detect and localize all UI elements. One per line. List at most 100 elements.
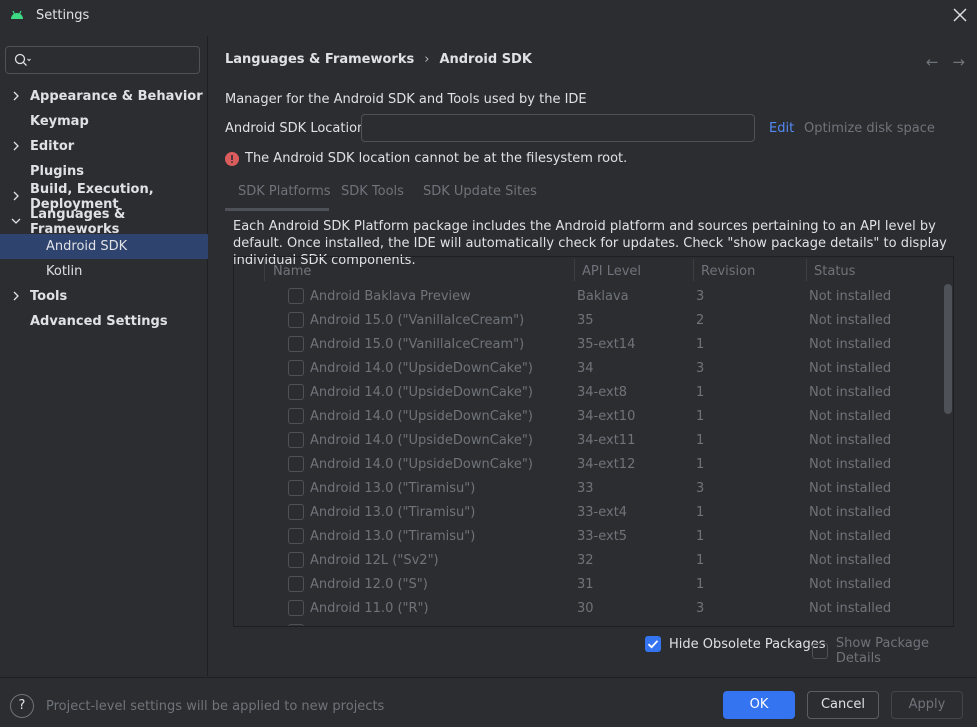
sidebar-item-label: Android SDK [46,239,128,254]
column-header-revision[interactable]: Revision [701,264,755,279]
sidebar-item-languages[interactable]: Languages & Frameworks [0,207,208,237]
revision: 3 [696,601,705,616]
table-scrollbar[interactable] [944,284,952,414]
edit-link[interactable]: Edit [769,121,794,136]
tab-sdk-update-sites[interactable]: SDK Update Sites [423,184,537,199]
back-arrow-icon[interactable]: ← [926,53,939,71]
sidebar-item-plugins[interactable]: Plugins [0,159,208,184]
table-row[interactable]: Android Baklava Preview Baklava 3 Not in… [234,284,944,308]
sidebar-item-kotlin[interactable]: Kotlin [0,259,208,284]
table-row[interactable]: Android 14.0 ("UpsideDownCake") 34-ext12… [234,452,944,476]
api-level: 35-ext14 [577,337,636,352]
column-header-name[interactable]: Name [273,264,311,279]
api-level: 31 [577,577,594,592]
table-row[interactable]: Android 13.0 ("Tiramisu") 33-ext5 1 Not … [234,524,944,548]
forward-arrow-icon[interactable]: → [952,53,965,71]
help-button[interactable]: ? [10,694,34,718]
active-tab-indicator [225,208,329,211]
sidebar-item-label: Advanced Settings [30,314,168,329]
package-checkbox[interactable] [288,336,304,352]
status: Not installed [809,601,892,616]
package-checkbox[interactable] [288,360,304,376]
status: Not installed [809,337,892,352]
package-checkbox[interactable] [288,312,304,328]
tab-sdk-platforms[interactable]: SDK Platforms [238,184,331,199]
table-row[interactable]: Android 14.0 ("UpsideDownCake") 34-ext8 … [234,380,944,404]
cancel-button[interactable]: Cancel [807,691,879,719]
package-checkbox[interactable] [288,624,304,626]
table-row[interactable]: Android 15.0 ("VanillaIceCream") 35 2 No… [234,308,944,332]
package-name: Android 15.0 ("VanillaIceCream") [310,337,525,352]
sidebar-item-tools[interactable]: Tools [0,284,208,309]
package-checkbox[interactable] [288,480,304,496]
sdk-location-error: The Android SDK location cannot be at th… [225,151,627,166]
package-checkbox[interactable] [288,528,304,544]
revision: 1 [696,385,705,400]
table-row[interactable]: Android 12.0 ("S") 31 1 Not installed [234,572,944,596]
table-row[interactable]: Android 14.0 ("UpsideDownCake") 34-ext11… [234,428,944,452]
table-row[interactable]: Android 15.0 ("VanillaIceCream") 35-ext1… [234,332,944,356]
sidebar-item-label: Tools [30,289,68,304]
table-row[interactable]: Android 13.0 ("Tiramisu") 33-ext4 1 Not … [234,500,944,524]
apply-button[interactable]: Apply [891,691,963,719]
package-checkbox[interactable] [288,504,304,520]
close-icon[interactable] [951,6,969,24]
package-name: Android 14.0 ("UpsideDownCake") [310,385,533,400]
main-panel: Languages & Frameworks › Android SDK ← →… [208,36,977,676]
package-checkbox[interactable] [288,288,304,304]
chevron-right-icon[interactable] [11,191,21,201]
chevron-right-icon[interactable] [11,91,21,101]
show-details-checkbox[interactable] [812,643,828,659]
status: Not installed [809,409,892,424]
sidebar-item-label: Kotlin [46,264,83,279]
api-level: 33-ext5 [577,529,628,544]
table-row[interactable] [234,620,944,626]
chevron-down-icon[interactable] [11,216,21,226]
sdk-manager-description: Manager for the Android SDK and Tools us… [225,92,587,107]
package-name: Android 13.0 ("Tiramisu") [310,481,476,496]
column-header-status[interactable]: Status [814,264,855,279]
hide-obsolete-checkbox[interactable] [645,636,661,652]
package-name: Android 13.0 ("Tiramisu") [310,505,476,520]
sidebar-item-android-sdk[interactable]: Android SDK [0,234,208,259]
package-checkbox[interactable] [288,600,304,616]
api-level: 33-ext4 [577,505,628,520]
table-row[interactable]: Android 14.0 ("UpsideDownCake") 34-ext10… [234,404,944,428]
api-level: 33 [577,481,594,496]
sidebar-item-build[interactable]: Build, Execution, Deployment [0,182,208,212]
tab-sdk-tools[interactable]: SDK Tools [341,184,404,199]
sdk-tabs: SDK Platforms SDK Tools SDK Update Sites [225,178,977,211]
column-header-api-level[interactable]: API Level [582,264,641,279]
package-checkbox[interactable] [288,432,304,448]
package-name: Android 14.0 ("UpsideDownCake") [310,361,533,376]
sdk-location-field[interactable] [361,114,755,142]
package-checkbox[interactable] [288,384,304,400]
chevron-right-icon[interactable] [11,141,21,151]
package-checkbox[interactable] [288,408,304,424]
sidebar-item-keymap[interactable]: Keymap [0,109,208,134]
package-checkbox[interactable] [288,552,304,568]
package-checkbox[interactable] [288,576,304,592]
table-row[interactable]: Android 13.0 ("Tiramisu") 33 3 Not insta… [234,476,944,500]
table-row[interactable]: Android 12L ("Sv2") 32 1 Not installed [234,548,944,572]
revision: 1 [696,577,705,592]
api-level: 30 [577,601,594,616]
hide-obsolete-option[interactable]: Hide Obsolete Packages [645,636,825,652]
column-separator [693,259,694,281]
api-level: 32 [577,553,594,568]
table-row[interactable]: Android 14.0 ("UpsideDownCake") 34 3 Not… [234,356,944,380]
table-row[interactable]: Android 11.0 ("R") 30 3 Not installed [234,596,944,620]
show-details-option[interactable]: Show Package Details [812,636,977,666]
sidebar-item-appearance[interactable]: Appearance & Behavior [0,84,208,109]
chevron-right-icon[interactable] [11,291,21,301]
sidebar-item-editor[interactable]: Editor [0,134,208,159]
error-icon [225,151,239,166]
optimize-disk-space-link[interactable]: Optimize disk space [804,121,935,136]
breadcrumb-parent[interactable]: Languages & Frameworks [225,52,414,67]
sidebar-item-advanced[interactable]: Advanced Settings [0,309,208,334]
status: Not installed [809,433,892,448]
revision: 1 [696,433,705,448]
search-input[interactable] [5,46,200,74]
ok-button[interactable]: OK [723,691,795,719]
package-checkbox[interactable] [288,456,304,472]
